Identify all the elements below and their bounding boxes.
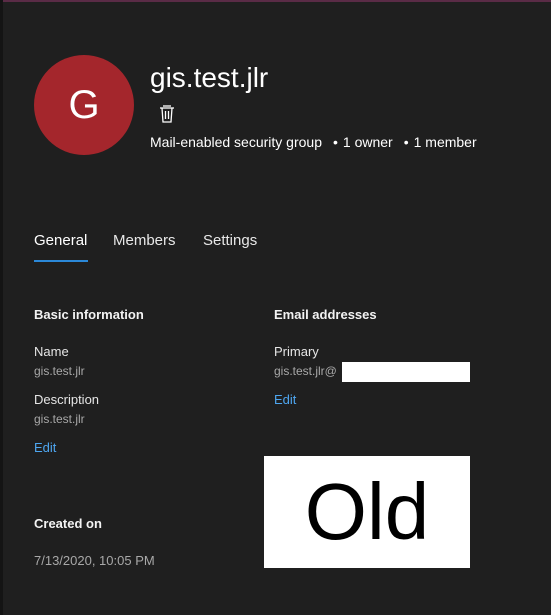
window-top-border xyxy=(0,0,551,2)
avatar-initial: G xyxy=(68,82,100,127)
page-title: gis.test.jlr xyxy=(150,62,269,93)
basic-info-title: Basic information xyxy=(34,307,144,322)
group-type: Mail-enabled security group xyxy=(150,134,322,150)
edit-basic-info-link[interactable]: Edit xyxy=(34,440,56,455)
avatar: G xyxy=(34,55,134,155)
old-annotation-overlay: Old xyxy=(264,456,470,568)
redaction-box xyxy=(342,362,470,382)
tab-members[interactable]: Members xyxy=(113,232,176,249)
email-addresses-title: Email addresses xyxy=(274,307,377,322)
trash-icon xyxy=(160,105,174,123)
tab-general[interactable]: General xyxy=(34,232,87,249)
primary-email-value: gis.test.jlr@ xyxy=(274,364,337,378)
description-value: gis.test.jlr xyxy=(34,412,85,426)
delete-group-button[interactable] xyxy=(157,104,177,124)
old-annotation-text: Old xyxy=(304,467,430,556)
primary-email-label: Primary xyxy=(274,344,319,359)
edit-email-link[interactable]: Edit xyxy=(274,392,296,407)
owner-count: 1 owner xyxy=(342,134,393,150)
description-label: Description xyxy=(34,392,100,407)
separator-dot: • xyxy=(332,134,338,150)
member-count: 1 member xyxy=(413,134,477,150)
group-meta: Mail-enabled security group • 1 owner • 1 me… xyxy=(150,134,477,150)
separator-dot: • xyxy=(403,134,409,150)
window-left-border xyxy=(0,0,3,615)
created-on-label: Created on xyxy=(34,516,102,531)
name-label: Name xyxy=(34,344,69,359)
name-value: gis.test.jlr xyxy=(34,364,85,378)
active-tab-indicator xyxy=(34,260,88,262)
tab-settings[interactable]: Settings xyxy=(203,232,257,249)
created-on-value: 7/13/2020, 10:05 PM xyxy=(34,553,155,568)
